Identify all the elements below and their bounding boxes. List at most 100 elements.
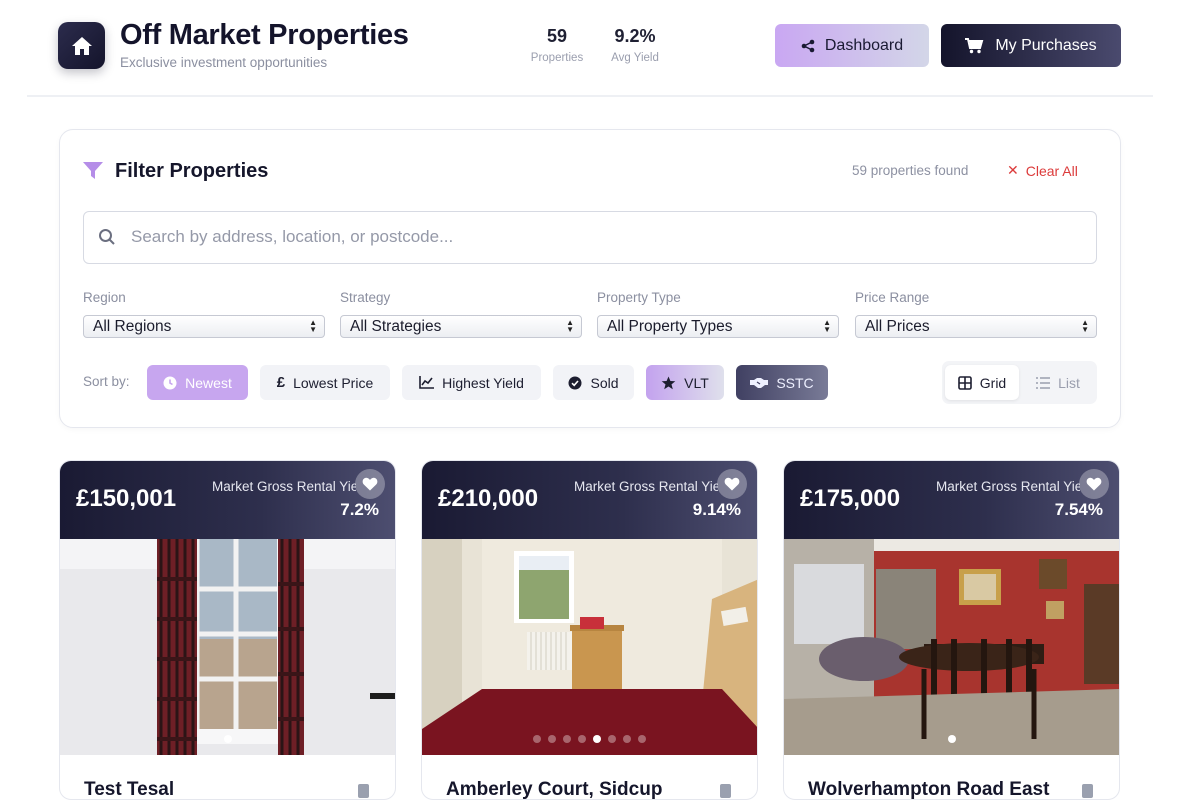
home-logo-button[interactable]: [58, 22, 105, 69]
pound-icon: £: [276, 374, 286, 391]
list-view-button[interactable]: List: [1022, 365, 1094, 400]
property-card[interactable]: £210,000 Market Gross Rental Yield 9.14%: [421, 460, 758, 800]
strategy-label: Strategy: [340, 290, 391, 305]
favorite-button[interactable]: [717, 469, 747, 499]
image-carousel-dots: [784, 735, 1119, 743]
property-card[interactable]: £150,001 Market Gross Rental Yield 7.2% …: [59, 460, 396, 800]
clear-all-button[interactable]: ✕ Clear All: [1007, 162, 1078, 179]
document-icon[interactable]: [357, 783, 371, 799]
sort-newest-label: Newest: [185, 374, 232, 391]
property-type-select-value: All Property Types: [607, 318, 733, 335]
sort-sold-button[interactable]: Sold: [553, 365, 634, 400]
top-header: Off Market Properties Exclusive investme…: [27, 0, 1153, 97]
select-arrows-icon: ▲ ▼: [1081, 318, 1089, 334]
carousel-dot[interactable]: [638, 735, 646, 743]
filter-icon: [83, 162, 103, 179]
region-label: Region: [83, 290, 126, 305]
clear-all-label: Clear All: [1025, 162, 1078, 179]
property-price: £175,000: [800, 485, 901, 512]
carousel-dot[interactable]: [593, 735, 601, 743]
document-icon[interactable]: [719, 783, 733, 799]
sort-lowest-price-button[interactable]: £ Lowest Price: [260, 365, 390, 400]
search-input[interactable]: [131, 212, 1071, 262]
stat-avg-yield: 9.2% Avg Yield: [605, 26, 665, 64]
price-range-label: Price Range: [855, 290, 930, 305]
sort-by-label: Sort by:: [83, 374, 130, 389]
property-title: Amberley Court, Sidcup: [446, 779, 663, 800]
list-icon: [1036, 376, 1051, 389]
property-card-header: £150,001 Market Gross Rental Yield 7.2%: [60, 461, 395, 539]
sort-highest-yield-label: Highest Yield: [442, 374, 524, 391]
property-type-label: Property Type: [597, 290, 681, 305]
sort-sold-label: Sold: [590, 374, 619, 391]
page-subtitle: Exclusive investment opportunities: [120, 55, 328, 70]
check-circle-icon: [568, 376, 582, 389]
chart-line-icon: [419, 376, 435, 389]
sort-vlt-label: VLT: [684, 374, 709, 391]
sort-newest-button[interactable]: Newest: [147, 365, 248, 400]
document-icon[interactable]: [1081, 783, 1095, 799]
select-arrows-icon: ▲ ▼: [566, 318, 574, 334]
yield-value: 9.14%: [692, 500, 741, 519]
bedroom-image: [422, 539, 757, 755]
carousel-dot[interactable]: [608, 735, 616, 743]
yield-label: Market Gross Rental Yield: [574, 479, 718, 494]
property-price: £210,000: [438, 485, 539, 512]
property-price: £150,001: [76, 485, 177, 512]
sort-lowest-price-label: Lowest Price: [293, 374, 374, 391]
heart-icon: [362, 477, 378, 491]
property-type-select[interactable]: All Property Types ▲ ▼: [597, 315, 839, 338]
close-icon: ✕: [1007, 162, 1019, 178]
heart-icon: [724, 477, 740, 491]
region-select-value: All Regions: [93, 318, 172, 335]
price-range-select[interactable]: All Prices ▲ ▼: [855, 315, 1097, 338]
strategy-select[interactable]: All Strategies ▲ ▼: [340, 315, 582, 338]
window-room-image: [60, 539, 395, 755]
share-nodes-icon: [801, 39, 815, 52]
property-photo[interactable]: [784, 539, 1119, 755]
property-card-header: £210,000 Market Gross Rental Yield 9.14%: [422, 461, 757, 539]
property-card[interactable]: £175,000 Market Gross Rental Yield 7.54%: [783, 460, 1120, 800]
carousel-dot[interactable]: [563, 735, 571, 743]
carousel-dot[interactable]: [947, 735, 956, 743]
favorite-button[interactable]: [1079, 469, 1109, 499]
carousel-dot[interactable]: [533, 735, 541, 743]
cart-icon: [965, 37, 984, 53]
yield-label: Market Gross Rental Yield: [936, 479, 1080, 494]
property-photo[interactable]: [60, 539, 395, 755]
carousel-dot[interactable]: [223, 735, 232, 743]
carousel-dot[interactable]: [548, 735, 556, 743]
favorite-button[interactable]: [355, 469, 385, 499]
results-count: 59 properties found: [852, 163, 969, 178]
sort-vlt-button[interactable]: VLT: [646, 365, 724, 400]
grid-view-label: Grid: [979, 374, 1007, 391]
image-carousel-dots: [60, 735, 395, 743]
stat-value: 9.2%: [614, 26, 656, 46]
clock-icon: [163, 376, 177, 389]
select-arrows-icon: ▲ ▼: [309, 318, 317, 334]
handshake-icon: [750, 377, 769, 388]
property-title: Wolverhampton Road East: [808, 779, 1050, 800]
filter-title: Filter Properties: [115, 160, 269, 182]
home-icon: [71, 36, 92, 55]
dashboard-button[interactable]: Dashboard: [775, 24, 929, 67]
sort-sstc-label: SSTC: [776, 374, 814, 391]
search-box: [83, 211, 1097, 264]
property-title: Test Tesal: [84, 779, 175, 800]
yield-label: Market Gross Rental Yield: [212, 479, 356, 494]
property-photo[interactable]: [422, 539, 757, 755]
stat-properties: 59 Properties: [524, 26, 590, 64]
strategy-select-value: All Strategies: [350, 318, 442, 335]
grid-view-button[interactable]: Grid: [945, 365, 1019, 400]
dashboard-button-label: Dashboard: [824, 36, 904, 54]
region-select[interactable]: All Regions ▲ ▼: [83, 315, 325, 338]
stat-label: Avg Yield: [611, 52, 659, 64]
yield-value: 7.54%: [1054, 500, 1103, 519]
carousel-dot[interactable]: [623, 735, 631, 743]
my-purchases-button[interactable]: My Purchases: [941, 24, 1121, 67]
carousel-dot[interactable]: [578, 735, 586, 743]
filter-panel: Filter Properties 59 properties found ✕ …: [59, 129, 1121, 428]
sort-highest-yield-button[interactable]: Highest Yield: [402, 365, 541, 400]
star-icon: [661, 376, 676, 389]
sort-sstc-button[interactable]: SSTC: [736, 365, 828, 400]
